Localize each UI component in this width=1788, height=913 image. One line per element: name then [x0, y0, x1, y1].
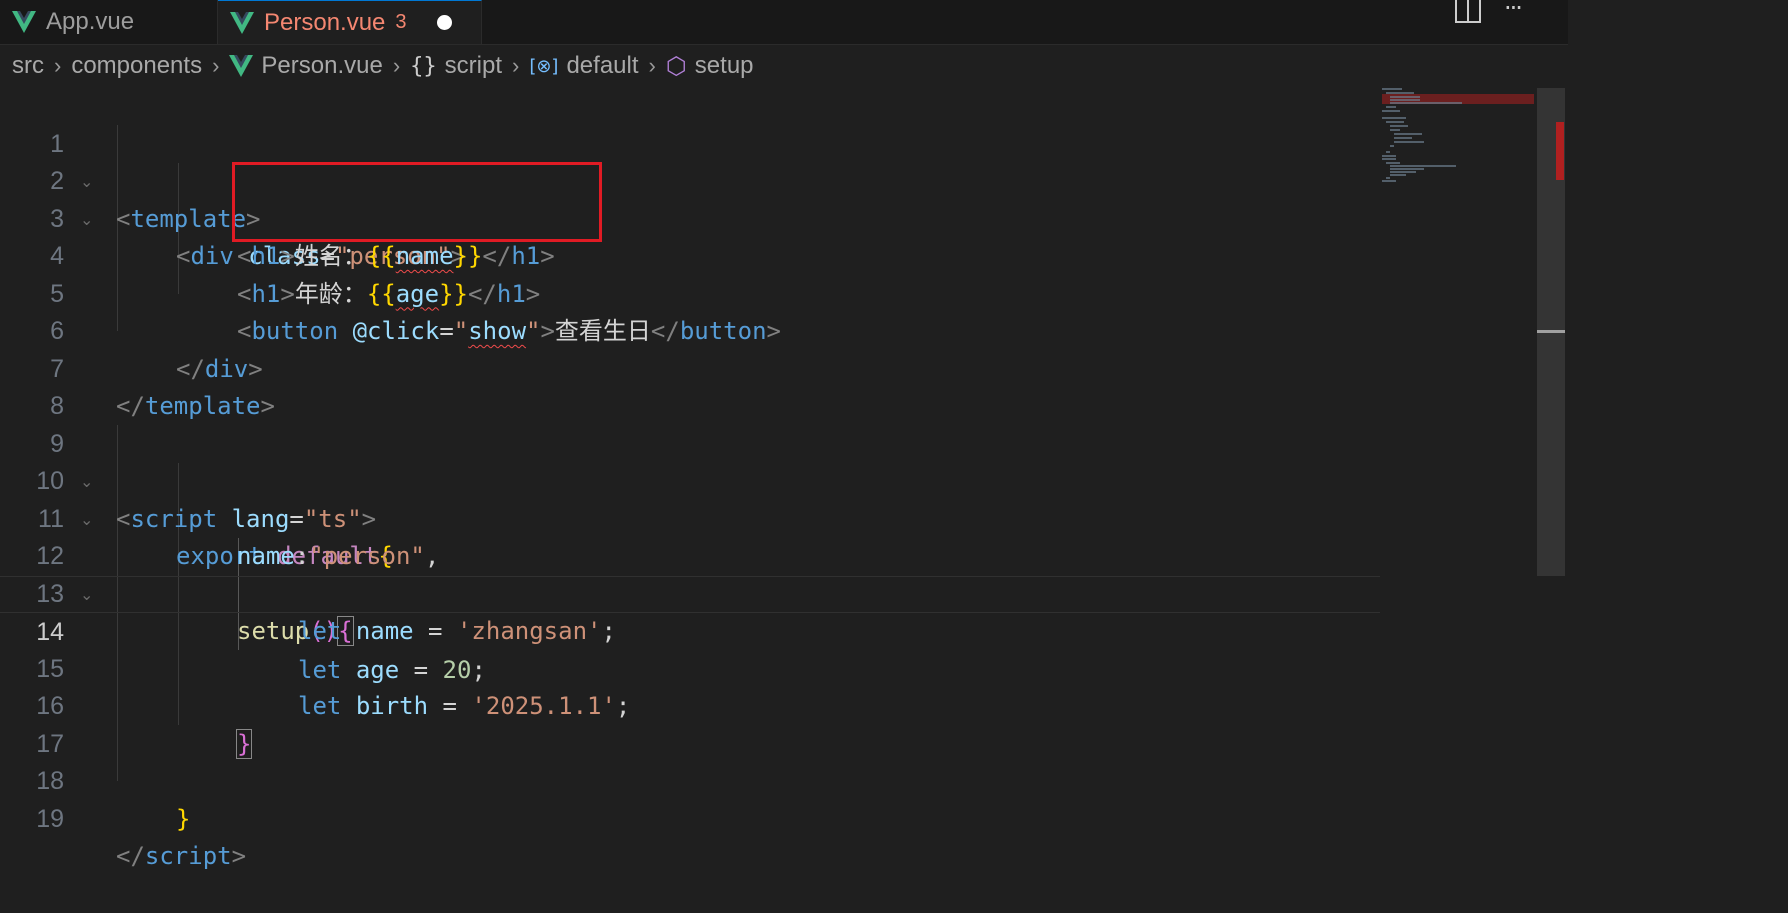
tab-bar: App.vue Person.vue 3 ···	[0, 0, 1568, 45]
minimap-line	[1394, 133, 1422, 135]
breadcrumb-item-default[interactable]: [⊗] default	[529, 52, 638, 80]
code-text: </script>	[116, 838, 246, 876]
breadcrumb-item-src[interactable]: src	[12, 52, 44, 80]
code-line[interactable]: 11 name:"person",	[0, 463, 1380, 571]
breadcrumb-label: setup	[694, 52, 754, 79]
code-line[interactable]: 13 let name = 'zhangsan';	[0, 538, 1380, 646]
code-line[interactable]: 18 }	[0, 726, 1380, 833]
namespace-icon: [⊗]	[529, 55, 559, 77]
breadcrumb-label: default	[566, 52, 639, 79]
tab-person-vue[interactable]: Person.vue 3	[218, 0, 482, 44]
line-number: 19	[36, 804, 64, 833]
tab-label: App.vue	[46, 8, 135, 35]
code-line[interactable]: 17	[0, 688, 1380, 758]
breadcrumb-label: components	[71, 52, 203, 79]
cube-icon: ⬡	[665, 52, 687, 80]
minimap-line	[1386, 162, 1400, 164]
code-text: }	[176, 801, 190, 839]
minimap-line	[1386, 106, 1396, 108]
chevron-right-icon: ›	[54, 53, 62, 78]
minimap-line	[1382, 88, 1402, 90]
breadcrumb-item-script[interactable]: {} script	[410, 52, 502, 80]
code-line[interactable]: 12 ⌄ setup(){	[0, 501, 1380, 646]
minimap-line	[1386, 177, 1390, 179]
vue-icon	[230, 11, 254, 34]
unsaved-dot-icon[interactable]	[436, 15, 452, 30]
minimap-line	[1390, 129, 1400, 131]
code-line[interactable]: 1 ⌄ <template>	[0, 88, 1380, 233]
minimap-line	[1382, 180, 1396, 182]
minimap-line	[1382, 158, 1396, 160]
minimap-line	[1390, 96, 1420, 98]
minimap-line	[1382, 117, 1406, 119]
minimap-line	[1386, 121, 1404, 123]
tab-app-vue[interactable]: App.vue	[0, 0, 218, 44]
chevron-right-icon: ›	[212, 53, 220, 78]
code-line[interactable]: 16 }	[0, 651, 1380, 759]
token: >	[231, 842, 247, 870]
code-line[interactable]: 6 </div>	[0, 276, 1380, 383]
breadcrumb-label: src	[12, 52, 44, 79]
token: }	[176, 804, 191, 833]
braces-icon: {}	[410, 53, 437, 79]
minimap-line	[1382, 155, 1396, 157]
minimap-line	[1390, 99, 1420, 101]
breadcrumb: src › components › Person.vue › {} scrip…	[0, 44, 1380, 88]
minimap-line	[1390, 102, 1462, 104]
vue-icon	[12, 11, 36, 33]
annotation-highlight-box	[232, 162, 602, 242]
chevron-right-icon: ›	[648, 53, 656, 78]
vue-icon	[229, 55, 254, 77]
code-line-current[interactable]: 14 let age = 20;	[0, 575, 1380, 684]
token: script	[144, 842, 232, 870]
minimap-line	[1394, 141, 1424, 143]
minimap-line	[1390, 125, 1408, 127]
token: </	[116, 842, 145, 870]
problem-count-badge: 3	[395, 11, 407, 33]
code-line[interactable]: 7 </template>	[0, 313, 1380, 421]
code-editor[interactable]: 1 ⌄ <template> 2 ⌄ <div class="person"> …	[0, 88, 1380, 870]
breadcrumb-label: script	[444, 52, 502, 79]
code-line[interactable]: 5 <button @click="show">查看生日</button>	[0, 238, 1380, 346]
code-line[interactable]: 19 </script>	[0, 763, 1380, 871]
code-line[interactable]: 2 ⌄ <div class="person">	[0, 126, 1380, 270]
code-line[interactable]: 15 let birth = '2025.1.1';	[0, 613, 1380, 721]
minimap[interactable]	[1380, 88, 1536, 188]
minimap-line	[1394, 137, 1412, 139]
code-line[interactable]: 8	[0, 351, 1380, 420]
breadcrumb-item-setup[interactable]: ⬡ setup	[666, 52, 754, 80]
scrollbar-cursor-marker	[1537, 330, 1565, 333]
minimap-line	[1390, 145, 1394, 147]
breadcrumb-label: Person.vue	[261, 52, 383, 79]
breadcrumb-item-components[interactable]: components	[71, 52, 202, 80]
minimap-line	[1390, 174, 1406, 176]
code-line[interactable]: 10 ⌄ export default{	[0, 426, 1380, 570]
minimap-line	[1390, 171, 1416, 173]
breadcrumb-item-person-vue[interactable]: Person.vue	[229, 52, 383, 80]
chevron-right-icon: ›	[392, 53, 401, 78]
scrollbar-error-marker	[1556, 122, 1564, 180]
minimap-line	[1382, 110, 1400, 112]
minimap-line	[1390, 168, 1424, 170]
split-editor-icon[interactable]	[1455, 0, 1481, 26]
chevron-right-icon: ›	[511, 53, 520, 78]
code-line[interactable]: 3 <h1>姓名：{{name}}</h1>	[0, 163, 1380, 271]
minimap-line	[1386, 92, 1414, 94]
minimap-line	[1390, 165, 1456, 167]
more-actions-icon[interactable]: ···	[1504, 0, 1523, 22]
code-line[interactable]: 4 <h1>年龄：{{age}}</h1>	[0, 201, 1380, 308]
code-line[interactable]: 9 ⌄ <script lang="ts">	[0, 388, 1380, 533]
tab-label: Person.vue	[264, 8, 386, 36]
minimap-line	[1386, 151, 1390, 153]
